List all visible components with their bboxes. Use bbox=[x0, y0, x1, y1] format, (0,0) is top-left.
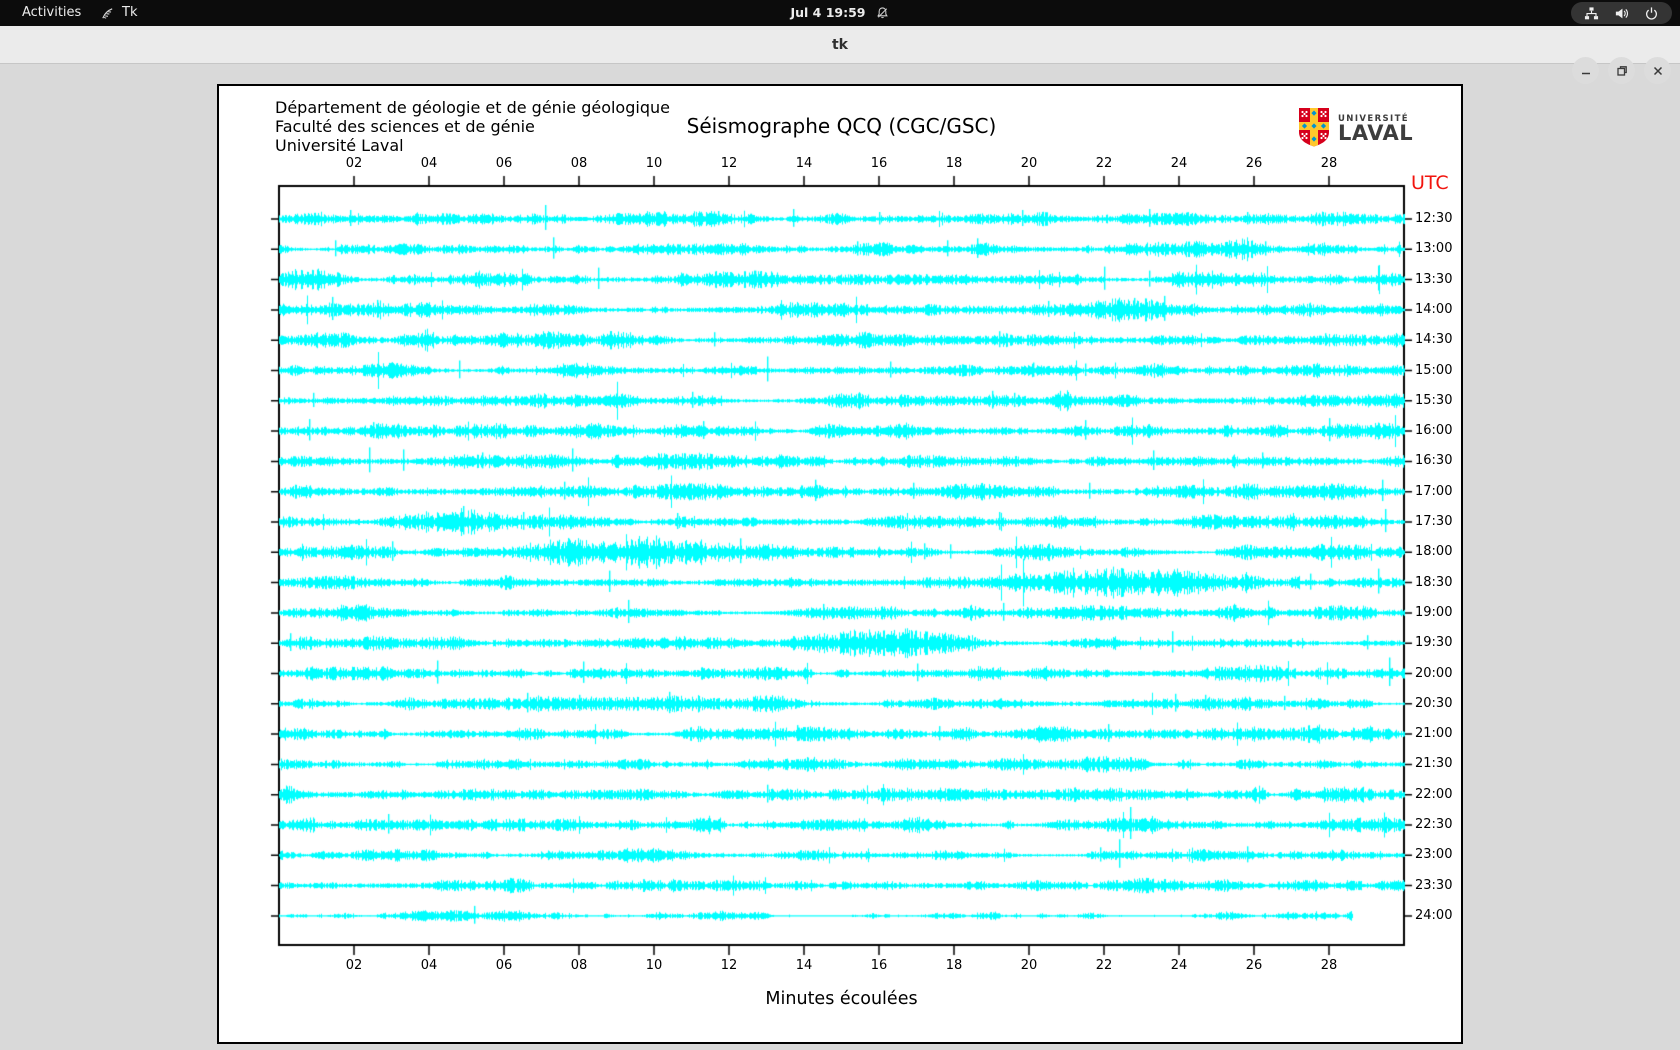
x-tick-label: 26 bbox=[1245, 156, 1263, 171]
x-tick-label: 08 bbox=[570, 958, 588, 973]
logo-laval: LAVAL bbox=[1338, 121, 1414, 146]
minimize-button[interactable] bbox=[1572, 57, 1599, 84]
x-tick-label: 12 bbox=[720, 958, 738, 973]
x-tick-label: 12 bbox=[720, 156, 738, 171]
x-tick-label: 14 bbox=[795, 156, 813, 171]
time-label: 15:00 bbox=[1415, 362, 1453, 378]
x-tick-label: 24 bbox=[1170, 958, 1188, 973]
time-label: 13:00 bbox=[1415, 241, 1453, 257]
window-titlebar[interactable]: tk bbox=[0, 26, 1680, 84]
time-label: 14:30 bbox=[1415, 332, 1453, 348]
system-status-area[interactable] bbox=[1571, 2, 1672, 24]
time-label: 18:00 bbox=[1415, 544, 1453, 560]
x-tick-label: 10 bbox=[645, 958, 663, 973]
clock-menu[interactable]: Jul 4 19:59 bbox=[790, 0, 889, 26]
plot-title: Séismographe QCQ (CGC/GSC) bbox=[686, 114, 997, 138]
x-tick-label: 06 bbox=[495, 958, 513, 973]
maximize-button[interactable] bbox=[1608, 57, 1635, 84]
x-tick-label: 14 bbox=[795, 958, 813, 973]
laval-logo-text: UNIVERSITÉ LAVAL bbox=[1338, 114, 1413, 144]
x-tick-label: 06 bbox=[495, 156, 513, 171]
seismograph-canvas: Département de géologie et de génie géol… bbox=[217, 84, 1463, 1044]
universite-laval-logo: UNIVERSITÉ LAVAL bbox=[1297, 106, 1413, 152]
time-label: 22:00 bbox=[1415, 786, 1453, 802]
time-label: 21:30 bbox=[1415, 756, 1453, 772]
x-tick-label: 04 bbox=[420, 958, 438, 973]
app-menu-tk[interactable]: Tk bbox=[100, 0, 137, 26]
time-label: 17:00 bbox=[1415, 483, 1453, 499]
time-label: 15:30 bbox=[1415, 392, 1453, 408]
volume-icon bbox=[1614, 6, 1629, 21]
x-tick-label: 02 bbox=[345, 958, 363, 973]
network-wired-icon bbox=[1584, 6, 1599, 21]
time-label: 20:00 bbox=[1415, 665, 1453, 681]
x-tick-label: 10 bbox=[645, 156, 663, 171]
helicorder-traces bbox=[259, 164, 1439, 964]
x-tick-label: 24 bbox=[1170, 156, 1188, 171]
x-tick-label: 22 bbox=[1095, 156, 1113, 171]
notifications-muted-icon bbox=[876, 6, 890, 20]
x-tick-label: 18 bbox=[945, 156, 963, 171]
x-tick-label: 28 bbox=[1320, 156, 1338, 171]
x-tick-label: 20 bbox=[1020, 958, 1038, 973]
gnome-top-bar: Activities Tk Jul 4 19:59 bbox=[0, 0, 1680, 26]
x-tick-label: 20 bbox=[1020, 156, 1038, 171]
x-tick-label: 16 bbox=[870, 958, 888, 973]
time-label: 14:00 bbox=[1415, 301, 1453, 317]
desktop-screen: Activities Tk Jul 4 19:59 tk Département… bbox=[0, 0, 1680, 1050]
time-label: 23:00 bbox=[1415, 847, 1453, 863]
tk-feather-icon bbox=[100, 6, 115, 21]
time-label: 16:00 bbox=[1415, 423, 1453, 439]
time-label: 22:30 bbox=[1415, 817, 1453, 832]
time-label: 16:30 bbox=[1415, 453, 1453, 469]
time-label: 13:30 bbox=[1415, 271, 1453, 287]
x-tick-label: 16 bbox=[870, 156, 888, 171]
time-label: 19:00 bbox=[1415, 604, 1453, 620]
org-line-3: Université Laval bbox=[275, 136, 404, 155]
time-label: 20:30 bbox=[1415, 695, 1453, 711]
x-tick-label: 26 bbox=[1245, 958, 1263, 973]
time-label: 23:30 bbox=[1415, 877, 1453, 893]
x-axis-title: Minutes écoulées bbox=[765, 989, 918, 1009]
app-menu-label: Tk bbox=[122, 5, 138, 20]
laval-shield-icon bbox=[1297, 106, 1331, 152]
x-tick-label: 28 bbox=[1320, 958, 1338, 973]
x-tick-label: 08 bbox=[570, 156, 588, 171]
window-title: tk bbox=[831, 37, 848, 53]
time-label: 18:30 bbox=[1415, 574, 1453, 590]
x-tick-label: 22 bbox=[1095, 958, 1113, 973]
time-label: 17:30 bbox=[1415, 514, 1453, 529]
time-label: 24:00 bbox=[1415, 907, 1453, 923]
x-tick-label: 04 bbox=[420, 156, 438, 171]
time-label: 12:30 bbox=[1415, 211, 1453, 226]
close-button[interactable] bbox=[1644, 57, 1671, 84]
time-label: 21:00 bbox=[1415, 726, 1453, 742]
power-icon bbox=[1644, 6, 1659, 21]
x-tick-label: 18 bbox=[945, 958, 963, 973]
activities-button[interactable]: Activities bbox=[14, 0, 89, 26]
window-controls bbox=[1572, 57, 1671, 84]
x-tick-label: 02 bbox=[345, 156, 363, 171]
time-label: 19:30 bbox=[1415, 635, 1453, 651]
clock-label: Jul 4 19:59 bbox=[790, 5, 866, 20]
